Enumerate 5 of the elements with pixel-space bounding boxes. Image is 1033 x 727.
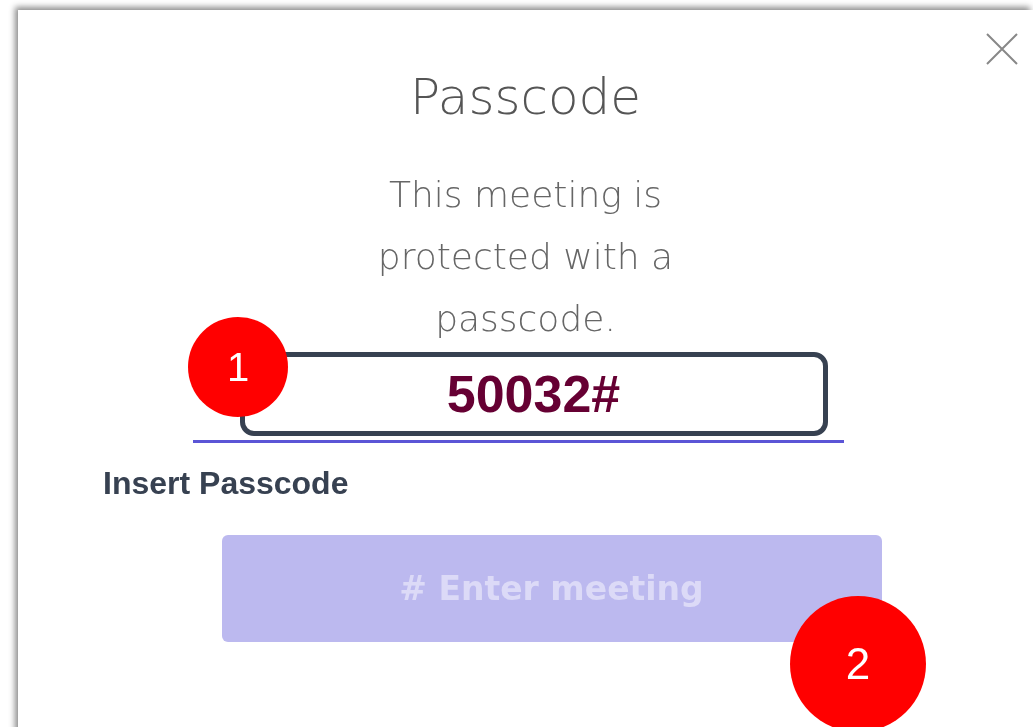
dialog-message: This meeting is protected with a passcode. [376,173,675,341]
close-icon[interactable] [985,32,1019,66]
field-label: Insert Passcode [103,465,349,501]
dialog-title: Passcode [409,72,642,122]
passcode-value: 50032# [446,364,621,425]
